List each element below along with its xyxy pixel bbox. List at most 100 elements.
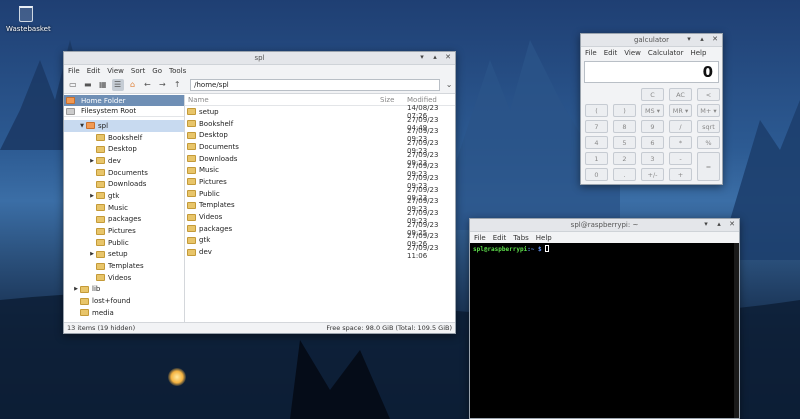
expander-arrow-icon[interactable]: ▶	[88, 158, 96, 164]
path-input[interactable]: /home/spl	[190, 78, 441, 91]
list-view-icon[interactable]: ☰	[111, 78, 124, 91]
minimize-icon[interactable]: ▾	[702, 220, 710, 228]
calc-key-2[interactable]: 2	[613, 152, 636, 165]
close-icon[interactable]: ✕	[711, 35, 719, 43]
calc-key-ac[interactable]: AC	[669, 88, 692, 101]
calc-key-m[interactable]: M+ ▾	[697, 104, 720, 117]
menu-file[interactable]: File	[68, 67, 80, 75]
calc-key-sym26[interactable]: +	[669, 168, 692, 181]
calc-key-ms[interactable]: MS ▾	[641, 104, 664, 117]
icon-view-icon[interactable]: ▦	[97, 79, 109, 91]
tree-item-videos[interactable]: Videos	[64, 272, 184, 284]
close-icon[interactable]: ✕	[444, 53, 452, 61]
tree-item-desktop[interactable]: Desktop	[64, 143, 184, 155]
calc-key-sym21[interactable]: -	[669, 152, 692, 165]
place-home-folder[interactable]: Home Folder	[64, 95, 184, 106]
calc-key-1[interactable]: 1	[585, 152, 608, 165]
calc-key-sqrt[interactable]: sqrt	[697, 120, 720, 133]
calc-key-5[interactable]: 5	[613, 136, 636, 149]
expander-arrow-icon[interactable]: ▶	[72, 286, 80, 292]
column-size[interactable]: Size	[380, 96, 407, 104]
calc-key-sym22[interactable]: =	[697, 152, 720, 181]
up-arrow-icon[interactable]: ↑	[171, 79, 183, 91]
tree-item-lib[interactable]: ▶ lib	[64, 284, 184, 296]
tree-item-bookshelf[interactable]: Bookshelf	[64, 132, 184, 144]
menu-edit[interactable]: Edit	[493, 234, 507, 242]
calc-key-sym2[interactable]: <	[697, 88, 720, 101]
back-arrow-icon[interactable]: ←	[141, 79, 153, 91]
home-icon[interactable]: ⌂	[127, 79, 139, 91]
tree-item-lost-found[interactable]: lost+found	[64, 295, 184, 307]
menu-sort[interactable]: Sort	[131, 67, 145, 75]
calc-key-sym3[interactable]: (	[585, 104, 608, 117]
folder-icon	[187, 120, 196, 128]
calc-key-7[interactable]: 7	[585, 120, 608, 133]
menu-tabs[interactable]: Tabs	[513, 234, 529, 242]
new-folder-icon[interactable]: ▬	[82, 79, 94, 91]
menu-file[interactable]: File	[474, 234, 486, 242]
tree-item-public[interactable]: Public	[64, 237, 184, 249]
file-name-cell: setup	[185, 108, 407, 116]
minimize-icon[interactable]: ▾	[685, 35, 693, 43]
file-manager-titlebar[interactable]: spl ▾ ▴ ✕	[64, 52, 455, 65]
minimize-icon[interactable]: ▾	[418, 53, 426, 61]
calculator-titlebar[interactable]: galculator ▾ ▴ ✕	[581, 34, 722, 47]
column-name[interactable]: Name	[185, 96, 380, 104]
calc-key-6[interactable]: 6	[641, 136, 664, 149]
menu-help[interactable]: Help	[536, 234, 552, 242]
calc-key-9[interactable]: 9	[641, 120, 664, 133]
calc-key-sym4[interactable]: )	[613, 104, 636, 117]
wastebasket-desktop-icon[interactable]: Wastebasket	[6, 6, 51, 33]
maximize-icon[interactable]: ▴	[431, 53, 439, 61]
calc-key-sym16[interactable]: *	[669, 136, 692, 149]
calc-key-c[interactable]: C	[641, 88, 664, 101]
new-window-icon[interactable]: ▭	[67, 79, 79, 91]
calc-key-mr[interactable]: MR ▾	[669, 104, 692, 117]
file-row[interactable]: dev 27/09/23 11:06	[185, 244, 455, 260]
tree-item-spl[interactable]: ▼ spl	[64, 120, 184, 132]
file-name: packages	[199, 224, 233, 233]
column-modified[interactable]: Modified	[407, 96, 455, 104]
expander-arrow-icon[interactable]: ▼	[78, 123, 86, 129]
tree-item-templates[interactable]: Templates	[64, 260, 184, 272]
calc-key-4[interactable]: 4	[585, 136, 608, 149]
menu-help[interactable]: Help	[690, 49, 706, 57]
tree-item-downloads[interactable]: Downloads	[64, 178, 184, 190]
file-rows: setup 14/08/23 07:26 Bookshelf 27/09/23 04:…	[185, 104, 455, 260]
file-name-cell: dev	[185, 248, 407, 256]
close-icon[interactable]: ✕	[728, 220, 736, 228]
expander-arrow-icon[interactable]: ▶	[88, 193, 96, 199]
tree-item-media[interactable]: media	[64, 307, 184, 319]
menu-file[interactable]: File	[585, 49, 597, 57]
maximize-icon[interactable]: ▴	[715, 220, 723, 228]
terminal-screen[interactable]: spl@raspberrypi:~ $	[470, 243, 739, 418]
calc-key-sym24[interactable]: .	[613, 168, 636, 181]
tree-item-gtk[interactable]: ▶ gtk	[64, 190, 184, 202]
tree-item-dev[interactable]: ▶ dev	[64, 155, 184, 167]
terminal-scrollbar[interactable]	[734, 243, 739, 418]
calc-key-sym11[interactable]: /	[669, 120, 692, 133]
maximize-icon[interactable]: ▴	[698, 35, 706, 43]
calc-key-0[interactable]: 0	[585, 168, 608, 181]
calc-key-sym17[interactable]: %	[697, 136, 720, 149]
chevron-down-icon[interactable]: ⌄	[443, 79, 455, 91]
tree-item-documents[interactable]: Documents	[64, 167, 184, 179]
menu-tools[interactable]: Tools	[169, 67, 186, 75]
tree-item-packages[interactable]: packages	[64, 214, 184, 226]
menu-view[interactable]: View	[107, 67, 124, 75]
menu-go[interactable]: Go	[152, 67, 162, 75]
calc-key-sym25[interactable]: +/-	[641, 168, 664, 181]
tree-item-setup[interactable]: ▶ setup	[64, 249, 184, 261]
forward-arrow-icon[interactable]: →	[156, 79, 168, 91]
tree-item-music[interactable]: Music	[64, 202, 184, 214]
place-filesystem-root[interactable]: Filesystem Root	[64, 106, 184, 117]
terminal-titlebar[interactable]: spl@raspberrypi: ~ ▾ ▴ ✕	[470, 219, 739, 232]
calc-key-3[interactable]: 3	[641, 152, 664, 165]
menu-edit[interactable]: Edit	[87, 67, 101, 75]
menu-calculator[interactable]: Calculator	[648, 49, 684, 57]
expander-arrow-icon[interactable]: ▶	[88, 251, 96, 257]
tree-item-pictures[interactable]: Pictures	[64, 225, 184, 237]
menu-edit[interactable]: Edit	[604, 49, 618, 57]
menu-view[interactable]: View	[624, 49, 641, 57]
calc-key-8[interactable]: 8	[613, 120, 636, 133]
